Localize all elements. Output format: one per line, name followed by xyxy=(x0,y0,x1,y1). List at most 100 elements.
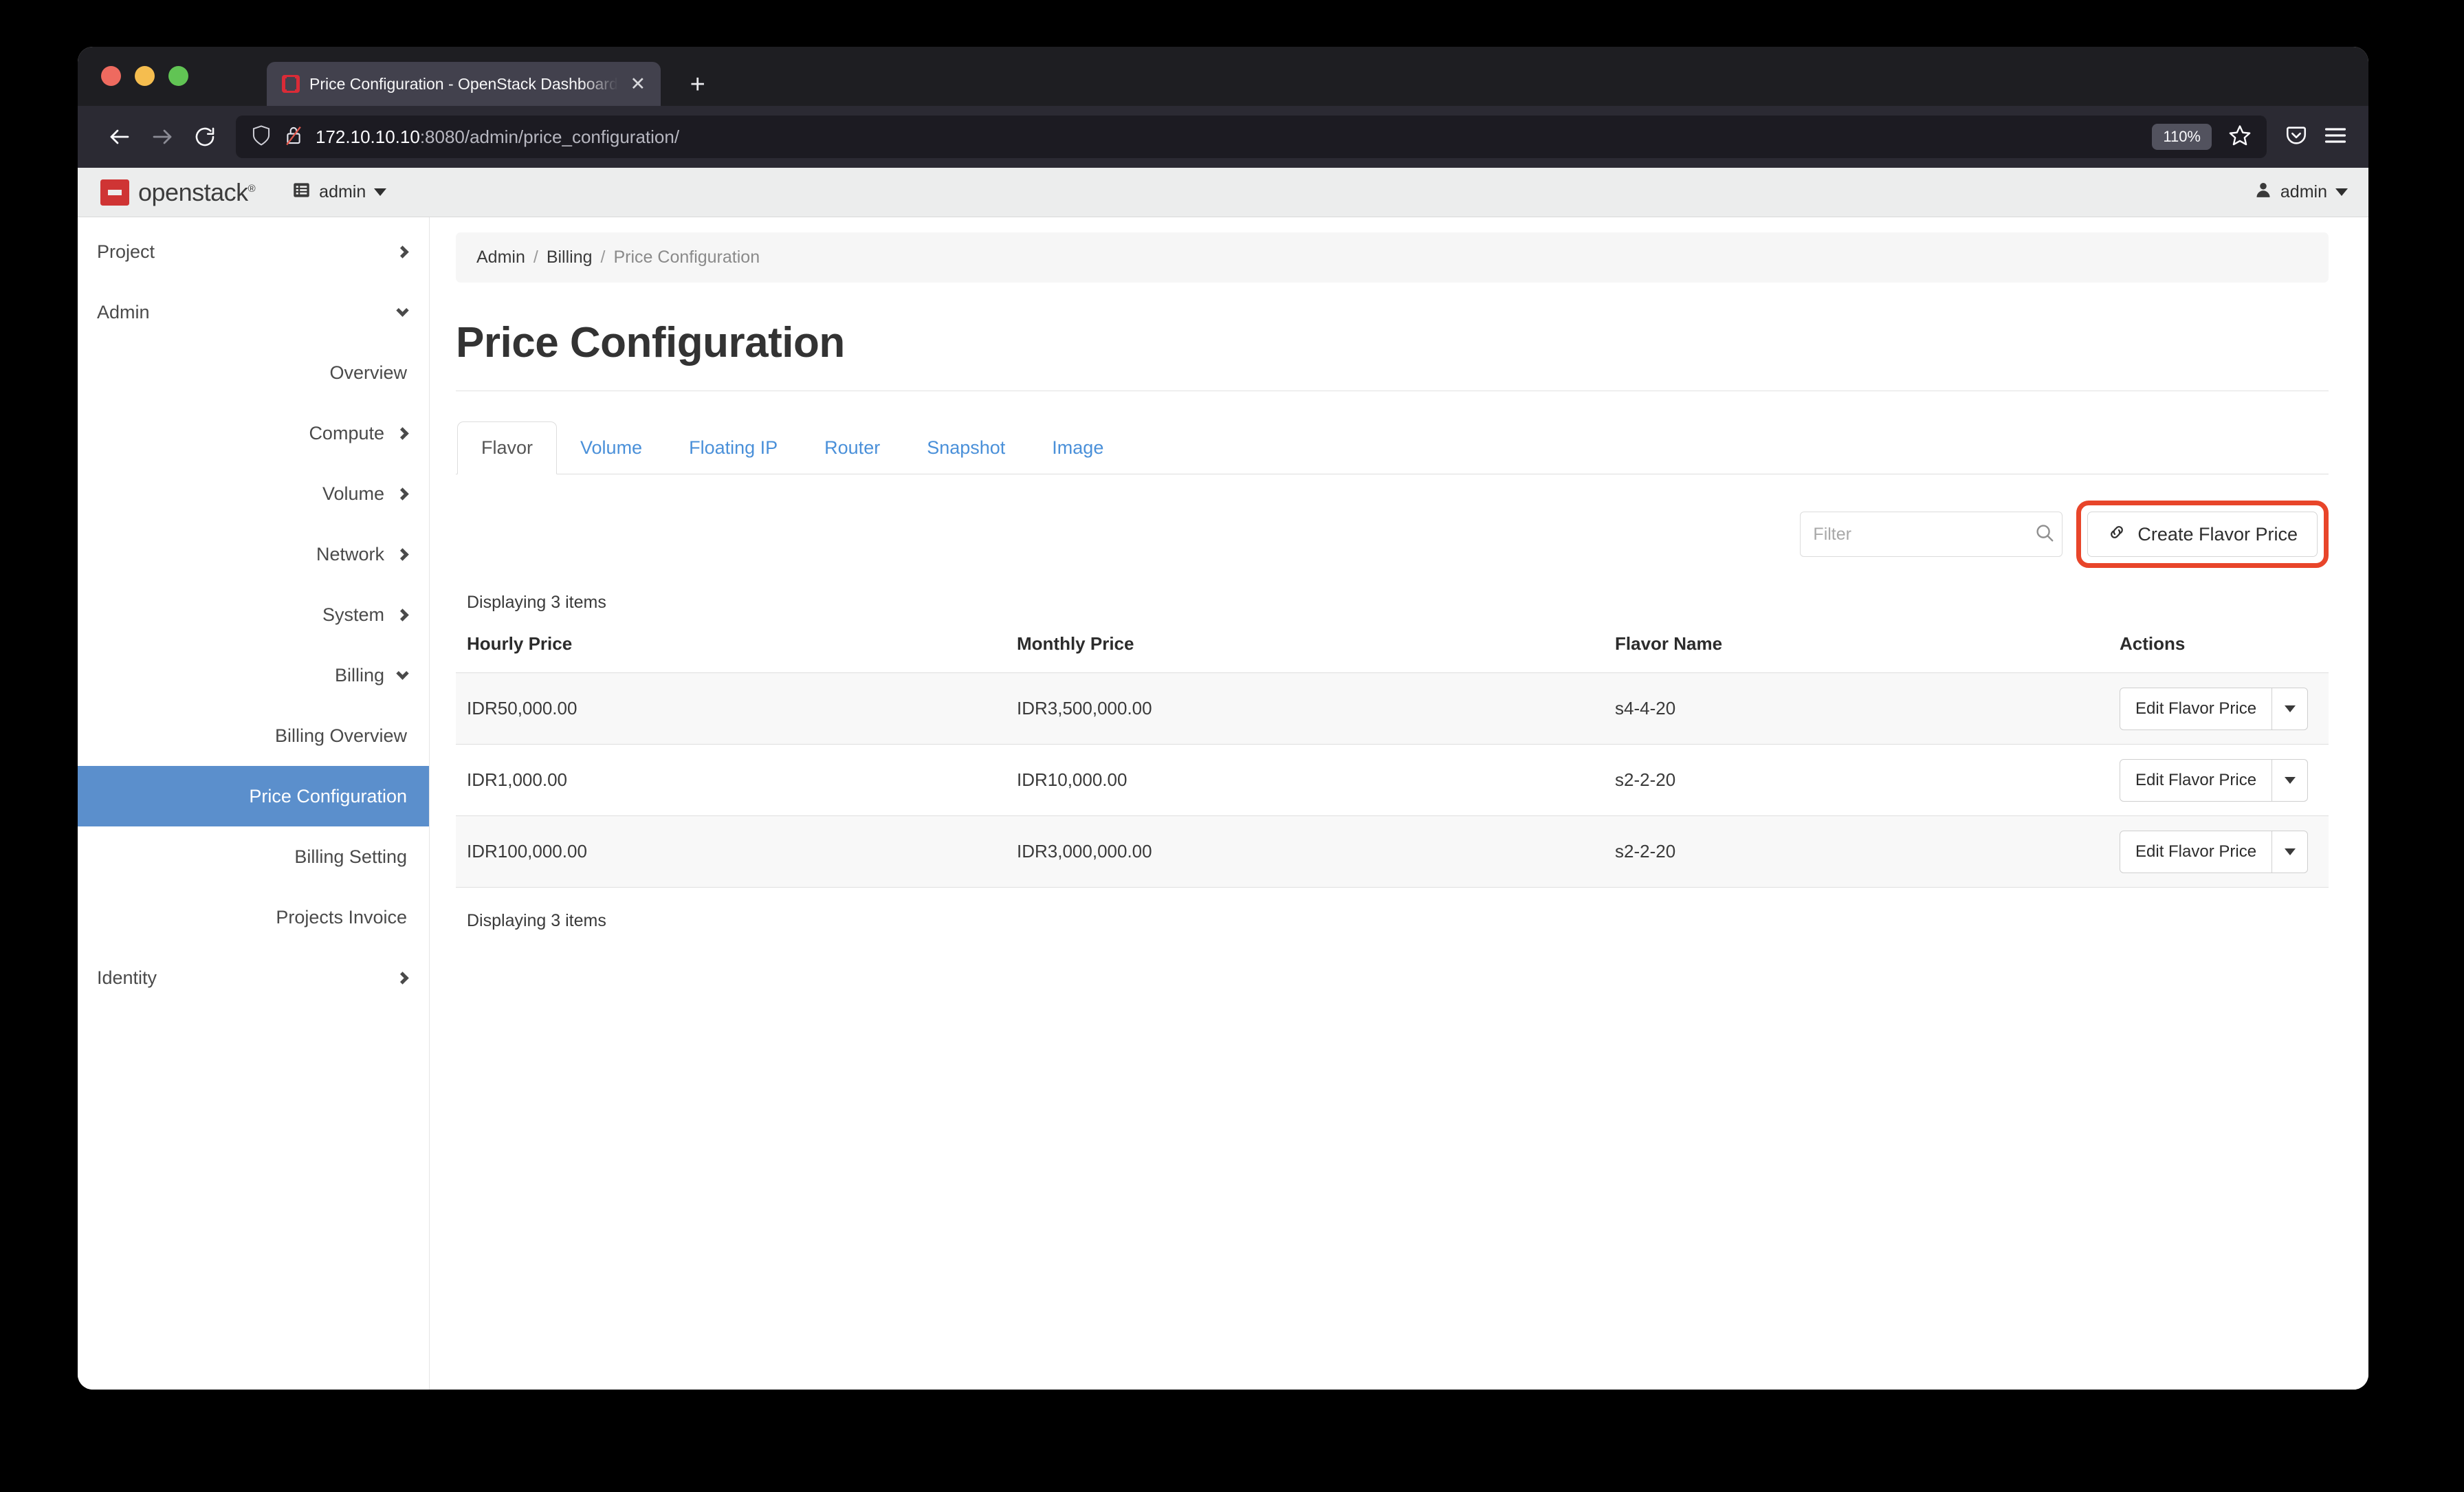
forward-button[interactable] xyxy=(141,116,184,158)
sidebar-item-price-configuration[interactable]: Price Configuration xyxy=(78,766,429,826)
url-bar[interactable]: 172.10.10.10:8080/admin/price_configurat… xyxy=(236,116,2267,158)
openstack-logo-icon xyxy=(100,177,130,208)
sidebar-item-system[interactable]: System xyxy=(78,584,429,645)
url-host: 172.10.10.10 xyxy=(316,126,420,147)
cell-monthly-price: IDR10,000.00 xyxy=(1006,744,1604,816)
sidebar-item-compute[interactable]: Compute xyxy=(78,403,429,463)
sidebar-item-identity[interactable]: Identity xyxy=(78,947,429,1008)
filter-field-wrapper[interactable] xyxy=(1800,512,2063,557)
openstack-dashboard-page: openstack® admin admin Project Admin Ove… xyxy=(78,168,2368,1390)
close-window-button[interactable] xyxy=(101,66,121,86)
maximize-window-button[interactable] xyxy=(168,66,188,86)
edit-flavor-price-button[interactable]: Edit Flavor Price xyxy=(2120,760,2272,801)
table-row[interactable]: IDR50,000.00 IDR3,500,000.00 s4-4-20 Edi… xyxy=(456,672,2329,745)
edit-flavor-price-button[interactable]: Edit Flavor Price xyxy=(2120,831,2272,873)
browser-tab-strip: Price Configuration - OpenStack Dashboar… xyxy=(78,47,2368,106)
create-flavor-price-label: Create Flavor Price xyxy=(2137,523,2298,545)
tab-snapshot[interactable]: Snapshot xyxy=(903,422,1028,474)
sidebar-item-network[interactable]: Network xyxy=(78,524,429,584)
row-actions-dropdown-toggle[interactable] xyxy=(2272,831,2307,873)
pocket-save-icon[interactable] xyxy=(2285,124,2308,151)
tab-router[interactable]: Router xyxy=(801,422,903,474)
sidebar-item-project[interactable]: Project xyxy=(78,221,429,282)
sidebar-item-billing-overview[interactable]: Billing Overview xyxy=(78,705,429,766)
sidebar-item-label: Volume xyxy=(322,483,384,504)
minimize-window-button[interactable] xyxy=(135,66,155,86)
close-tab-icon[interactable]: ✕ xyxy=(628,74,648,94)
breadcrumb-item-admin[interactable]: Admin xyxy=(476,248,525,267)
sidebar-item-admin[interactable]: Admin xyxy=(78,282,429,342)
sidebar-item-overview[interactable]: Overview xyxy=(78,342,429,403)
chevron-down-icon xyxy=(374,188,387,196)
column-header-hourly-price[interactable]: Hourly Price xyxy=(456,633,1006,673)
column-header-actions: Actions xyxy=(2120,633,2186,654)
breadcrumb-item-billing[interactable]: Billing xyxy=(547,248,593,267)
sidebar-item-label: Compute xyxy=(309,422,384,443)
search-input[interactable] xyxy=(1813,524,2035,545)
row-action-split-button: Edit Flavor Price xyxy=(2120,830,2309,873)
zoom-level-badge[interactable]: 110% xyxy=(2152,124,2212,150)
tab-image[interactable]: Image xyxy=(1028,422,1127,474)
openstack-top-header: openstack® admin admin xyxy=(78,168,2368,217)
tab-flavor[interactable]: Flavor xyxy=(457,421,558,474)
item-count-bottom: Displaying 3 items xyxy=(467,911,606,930)
row-actions-dropdown-toggle[interactable] xyxy=(2272,688,2307,729)
cell-hourly-price: IDR100,000.00 xyxy=(456,815,1006,888)
insecure-connection-icon[interactable] xyxy=(284,124,303,150)
cell-monthly-price: IDR3,500,000.00 xyxy=(1006,672,1604,745)
reload-button[interactable] xyxy=(184,116,226,158)
tab-volume[interactable]: Volume xyxy=(557,422,666,474)
tab-floating-ip[interactable]: Floating IP xyxy=(666,422,801,474)
sidebar-navigation: Project Admin Overview Compute Volume Ne… xyxy=(78,217,430,1390)
breadcrumb-separator: / xyxy=(533,248,538,267)
project-switcher[interactable]: admin xyxy=(292,181,387,204)
sidebar-item-billing[interactable]: Billing xyxy=(78,645,429,705)
new-tab-button[interactable]: + xyxy=(683,72,713,98)
openstack-logo[interactable]: openstack® xyxy=(100,177,256,208)
sidebar-item-billing-setting[interactable]: Billing Setting xyxy=(78,826,429,887)
search-icon[interactable] xyxy=(2034,523,2055,547)
app-menu-icon[interactable] xyxy=(2323,125,2348,149)
main-content: Admin / Billing / Price Configuration Pr… xyxy=(430,217,2368,1390)
create-flavor-price-button[interactable]: Create Flavor Price xyxy=(2087,512,2318,557)
sidebar-item-label: Billing Overview xyxy=(274,725,407,746)
table-row[interactable]: IDR1,000.00 IDR10,000.00 s2-2-20 Edit Fl… xyxy=(456,744,2329,816)
link-chain-icon xyxy=(2107,523,2126,547)
window-traffic-lights xyxy=(101,66,188,86)
sidebar-item-label: System xyxy=(322,604,384,625)
bookmark-star-icon[interactable] xyxy=(2228,124,2252,151)
cell-hourly-price: IDR1,000.00 xyxy=(456,744,1006,816)
chevron-down-icon xyxy=(2284,705,2296,712)
url-text: 172.10.10.10:8080/admin/price_configurat… xyxy=(316,127,2140,148)
cell-actions: Edit Flavor Price xyxy=(2109,672,2329,745)
tracking-shield-icon[interactable] xyxy=(251,124,272,150)
table-toolbar: Create Flavor Price xyxy=(456,474,2329,568)
chevron-down-icon xyxy=(396,666,409,680)
cell-flavor-name: s4-4-20 xyxy=(1604,672,2109,745)
user-menu[interactable]: admin xyxy=(2254,181,2348,204)
sidebar-item-label: Identity xyxy=(97,967,157,988)
sidebar-item-label: Billing xyxy=(334,664,384,685)
table-header-row: Hourly Price Monthly Price Flavor Name A… xyxy=(456,633,2329,673)
back-button[interactable] xyxy=(98,116,141,158)
edit-flavor-price-button[interactable]: Edit Flavor Price xyxy=(2120,688,2272,729)
table-row[interactable]: IDR100,000.00 IDR3,000,000.00 s2-2-20 Ed… xyxy=(456,815,2329,888)
sidebar-item-projects-invoice[interactable]: Projects Invoice xyxy=(78,887,429,947)
column-header-monthly-price[interactable]: Monthly Price xyxy=(1006,633,1604,673)
sidebar-item-label: Projects Invoice xyxy=(276,906,407,928)
column-header-flavor-name[interactable]: Flavor Name xyxy=(1604,633,2109,673)
row-action-split-button: Edit Flavor Price xyxy=(2120,758,2309,802)
flavor-price-table: Hourly Price Monthly Price Flavor Name A… xyxy=(456,633,2329,888)
cell-actions: Edit Flavor Price xyxy=(2109,815,2329,888)
chevron-right-icon xyxy=(396,426,409,440)
cell-actions: Edit Flavor Price xyxy=(2109,744,2329,816)
sidebar-item-volume[interactable]: Volume xyxy=(78,463,429,524)
row-actions-dropdown-toggle[interactable] xyxy=(2272,759,2307,801)
browser-tab[interactable]: Price Configuration - OpenStack Dashboar… xyxy=(267,62,661,106)
openstack-trademark: ® xyxy=(248,182,256,195)
breadcrumb-separator: / xyxy=(600,248,606,267)
cell-flavor-name: s2-2-20 xyxy=(1604,815,2109,888)
sidebar-item-label: Billing Setting xyxy=(294,846,407,867)
chevron-right-icon xyxy=(396,487,409,501)
browser-tab-title: Price Configuration - OpenStack Dashboar… xyxy=(309,74,618,93)
